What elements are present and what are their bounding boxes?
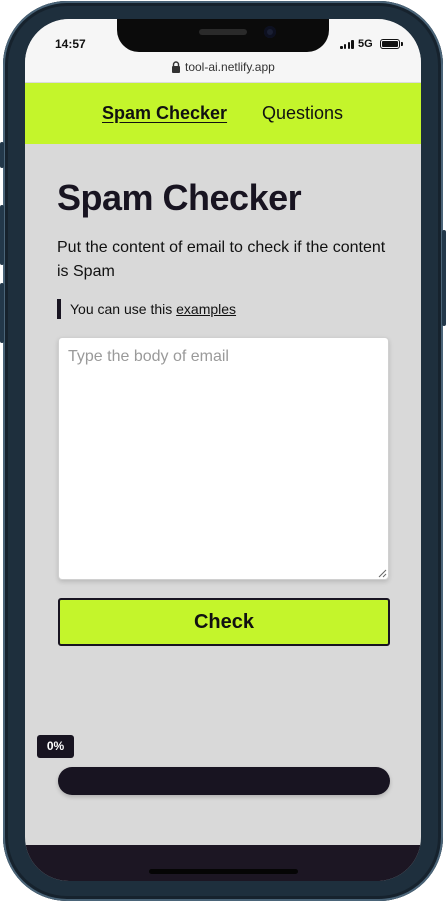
front-camera [264, 26, 276, 38]
nav-item-spam-checker[interactable]: Spam Checker [102, 103, 227, 124]
intro-text: Put the content of email to check if the… [57, 239, 386, 280]
tip-text: You can use this [70, 301, 173, 317]
action-button [0, 142, 4, 168]
signal-icon [340, 40, 354, 49]
check-button[interactable]: Check [58, 598, 390, 646]
battery-icon [380, 39, 400, 49]
phone-screen: 14:57 5G tool-ai.netlify.app Spam Checke… [25, 19, 421, 881]
page-title: Spam Checker [57, 177, 302, 218]
network-type: 5G [358, 38, 373, 50]
email-body-input[interactable] [58, 337, 389, 580]
url-text: tool-ai.netlify.app [185, 60, 275, 74]
home-indicator [149, 869, 298, 874]
address-bar[interactable]: tool-ai.netlify.app [25, 53, 421, 83]
status-bar: 14:57 5G [25, 19, 421, 53]
progress-percent-badge: 0% [37, 735, 74, 758]
notch [117, 19, 329, 52]
nav-item-questions[interactable]: Questions [262, 103, 343, 124]
progress-bar [58, 767, 390, 795]
battery-cap [401, 42, 403, 46]
speaker-grille [199, 29, 247, 35]
status-time: 14:57 [55, 37, 86, 51]
page-footer [25, 845, 421, 881]
examples-link[interactable]: examples [176, 301, 236, 317]
volume-up-button [0, 205, 4, 265]
examples-tip: You can use this examples [57, 299, 236, 319]
resize-handle-icon[interactable] [377, 568, 387, 578]
volume-down-button [0, 283, 4, 343]
top-nav: Spam Checker Questions [25, 83, 421, 144]
lock-icon [172, 61, 180, 73]
power-button [442, 230, 446, 326]
